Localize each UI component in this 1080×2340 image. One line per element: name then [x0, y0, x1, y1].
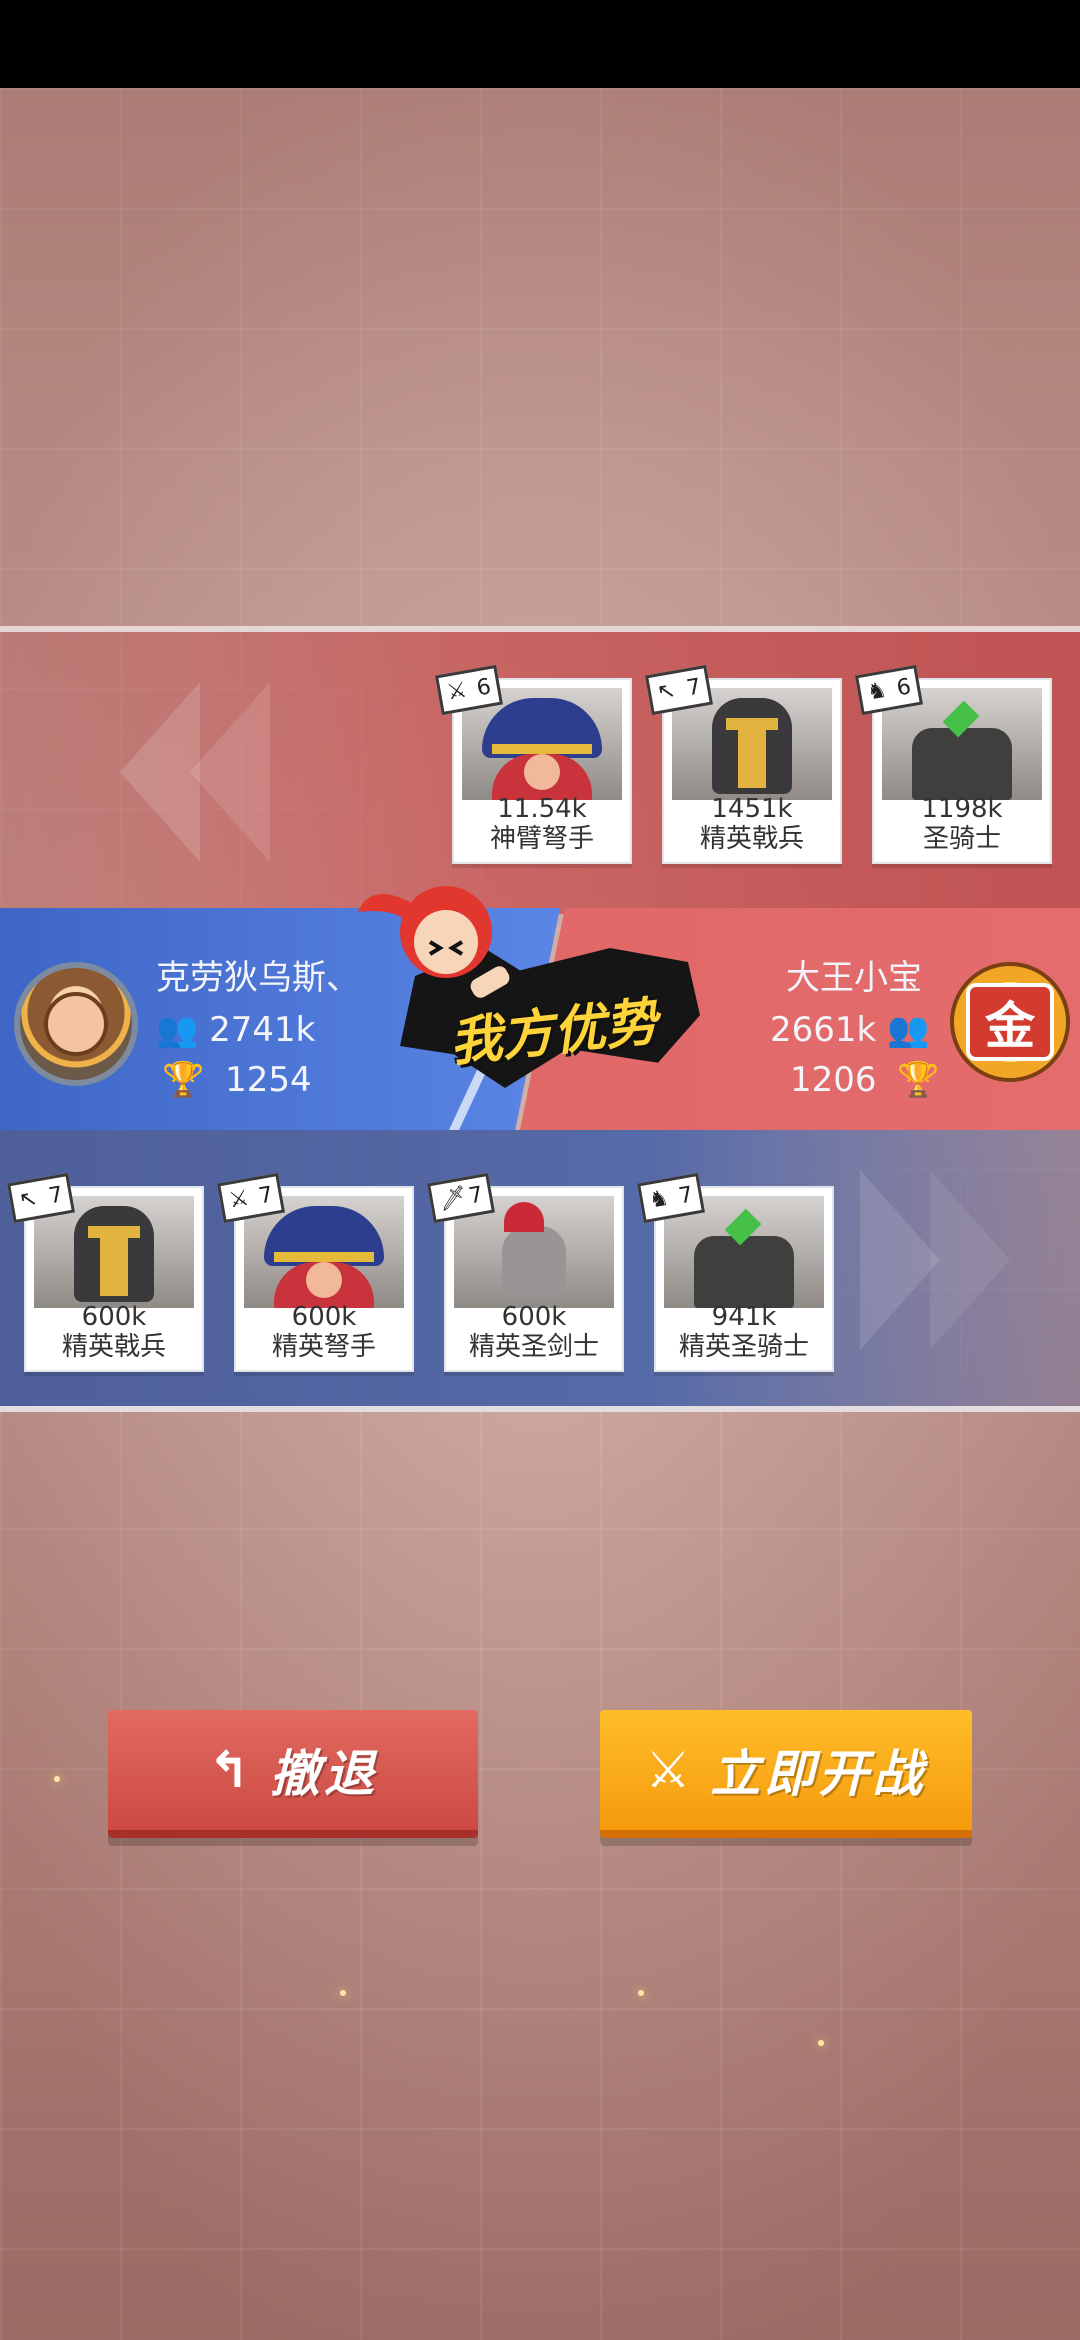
crossed-swords-icon: ⚔: [645, 1741, 691, 1799]
sparkle-decoration: [340, 1990, 346, 1996]
start-battle-button-label: 立即开战: [710, 1745, 927, 1803]
player-troops: 2741k: [209, 1010, 316, 1050]
sparkle-decoration: [818, 2040, 824, 2046]
unit-power: 941k: [711, 1302, 777, 1332]
chevron-decoration: [190, 682, 270, 862]
spear-icon: ↖: [655, 677, 678, 706]
player-name: 克劳狄乌斯、: [156, 958, 360, 998]
unit-power: 600k: [81, 1302, 147, 1332]
unit-power: 1451k: [711, 794, 793, 824]
player-troops-row: 👥 2741k: [156, 1010, 315, 1050]
unit-name: 神臂弩手: [489, 824, 594, 854]
retreat-button[interactable]: ↰ 撤退: [108, 1710, 478, 1838]
player-unit-card[interactable]: ♞ 7 941k 精英圣骑士: [636, 1172, 834, 1372]
unit-name: 精英戟兵: [61, 1332, 166, 1362]
player-unit-card[interactable]: ⚔ 7 600k 精英弩手: [216, 1172, 414, 1372]
trophy-icon: 🏆: [162, 1060, 205, 1100]
gold-rank-label: 金: [966, 983, 1054, 1061]
horse-icon: ♞: [865, 677, 889, 706]
enemy-trophies: 1206: [790, 1060, 877, 1100]
unit-name: 精英圣剑士: [468, 1332, 599, 1362]
unit-name: 精英弩手: [271, 1332, 376, 1362]
unit-power: 600k: [291, 1302, 357, 1332]
retreat-arrow-icon: ↰: [208, 1741, 250, 1799]
unit-name: 圣骑士: [922, 824, 1001, 854]
status-bar: [0, 0, 1080, 88]
player-trophies-row: 🏆 1254: [162, 1060, 312, 1100]
sparkle-decoration: [638, 1990, 644, 1996]
chevron-decoration: [860, 1170, 940, 1350]
start-battle-button[interactable]: ⚔ 立即开战: [600, 1710, 972, 1838]
player-trophies: 1254: [225, 1060, 312, 1100]
trophy-icon: 🏆: [897, 1060, 940, 1100]
enemy-rank-badge: 金: [950, 962, 1070, 1082]
enemy-unit-card[interactable]: ↖ 7 1451k 精英戟兵: [644, 664, 842, 864]
troops-icon: 👥: [887, 1010, 930, 1050]
crossbow-icon: ⚔: [445, 677, 469, 706]
crossbow-icon: ⚔: [227, 1185, 251, 1214]
sparkle-decoration: [54, 1776, 60, 1782]
unit-power: 600k: [501, 1302, 567, 1332]
enemy-unit-card[interactable]: ⚔ 6 11.54k 神臂弩手: [434, 664, 632, 864]
troops-icon: 👥: [156, 1010, 199, 1050]
enemy-trophies-row: 1206 🏆: [790, 1060, 940, 1100]
enemy-troops-row: 2661k 👥: [770, 1010, 929, 1050]
enemy-troops: 2661k: [770, 1010, 877, 1050]
retreat-button-label: 撤退: [269, 1745, 378, 1803]
player-army-panel: ↖ 7 600k 精英戟兵 ⚔ 7 600k 精英弩手 🗡 7 600k 精英圣…: [0, 1130, 1080, 1412]
enemy-army-panel: ⚔ 6 11.54k 神臂弩手 ↖ 7 1451k 精英戟兵 ♞ 6 1198k…: [0, 626, 1080, 914]
unit-power: 1198k: [921, 794, 1003, 824]
player-unit-card[interactable]: 🗡 7 600k 精英圣剑士: [426, 1172, 624, 1372]
player-unit-card[interactable]: ↖ 7 600k 精英戟兵: [6, 1172, 204, 1372]
unit-name: 精英圣骑士: [678, 1332, 809, 1362]
enemy-unit-card[interactable]: ♞ 6 1198k 圣骑士: [854, 664, 1052, 864]
player-avatar[interactable]: [14, 962, 138, 1086]
unit-name: 精英戟兵: [699, 824, 804, 854]
horse-icon: ♞: [647, 1185, 671, 1214]
chevron-decoration: [120, 682, 200, 862]
spear-icon: ↖: [17, 1185, 40, 1214]
sword-icon: 🗡: [437, 1184, 469, 1214]
enemy-name: 大王小宝: [786, 958, 922, 998]
chevron-decoration: [930, 1170, 1010, 1350]
unit-power: 11.54k: [497, 794, 587, 824]
